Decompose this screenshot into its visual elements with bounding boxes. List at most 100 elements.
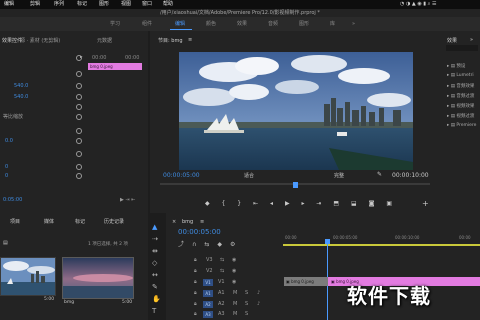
reset-icon[interactable] [76,55,82,61]
step-back-icon[interactable]: ◂ [270,200,278,207]
step-forward-icon[interactable]: ▸ [301,200,309,207]
go-to-out-icon[interactable]: ⇥ [316,200,326,207]
ec-value[interactable]: 0 [5,163,8,172]
reset-icon[interactable] [76,164,82,170]
track-select-tool-icon[interactable]: ⇢ [152,235,158,243]
lock-icon[interactable]: 🔒︎ [194,279,197,285]
sync-icon[interactable]: ⇆ [220,268,224,274]
workspace-tab-learn[interactable]: 学习 [110,17,120,31]
workspace-tab-effects[interactable]: 效果 [237,17,247,31]
type-tool-icon[interactable]: T [152,307,156,315]
workspace-menu-icon[interactable]: » [352,17,355,31]
hand-tool-icon[interactable]: ✋ [152,295,161,303]
reset-icon[interactable] [76,173,82,179]
new-bin-icon[interactable]: ▤ [3,240,8,246]
lock-icon[interactable]: 🔒︎ [194,311,197,317]
metadata-tab[interactable]: 元数据 [97,37,112,44]
add-marker-icon[interactable]: ◆ [205,200,215,207]
mute-button[interactable]: M [233,301,237,307]
solo-button[interactable]: S [245,290,248,296]
settings-icon[interactable]: ▣ [386,200,397,207]
v1-source-patch[interactable]: V1 [203,279,213,286]
tab-markers[interactable]: 标记 [75,218,85,225]
eye-icon[interactable]: ◉ [232,257,236,263]
a1-source-patch[interactable]: A1 [203,290,213,297]
effects-item-video-transitions[interactable]: ▸ ▤ 视频过渡 [447,113,474,119]
timeline-close-icon[interactable]: × [172,219,176,225]
reset-icon[interactable] [76,151,82,157]
play-icon[interactable]: ▶ [285,200,295,207]
program-playhead[interactable] [293,182,298,188]
project-clip-2[interactable] [62,257,134,299]
lock-icon[interactable]: 🔒︎ [194,290,197,296]
menu-item-graphics[interactable]: 图形 [99,0,109,9]
effects-item-presets[interactable]: ▸ ▤ 预设 [447,63,465,69]
menu-item-window[interactable]: 窗口 [142,0,152,9]
menu-item-marker[interactable]: 标记 [77,0,87,9]
menu-item-view[interactable]: 视图 [121,0,131,9]
timeline-sequence-name[interactable]: bmg [182,219,193,225]
reset-icon[interactable] [76,94,82,100]
reset-icon[interactable] [76,138,82,144]
mic-icon[interactable]: ♪ [257,301,260,307]
full-resolution-dropdown[interactable]: 完整 [334,172,344,179]
razor-tool-icon[interactable]: ◇ [152,259,157,267]
tab-media[interactable]: 媒体 [44,218,54,225]
tab-history[interactable]: 历史记录 [104,218,124,225]
effect-controls-title[interactable]: 效果控件 [2,37,22,44]
work-area-bar[interactable] [283,244,480,246]
add-button-icon[interactable]: + [422,199,429,208]
tab-project[interactable]: 项目 [10,218,20,225]
effects-menu-icon[interactable]: » [470,37,473,43]
program-timecode-left[interactable]: 00:00:05:00 [163,172,200,179]
menu-item-help[interactable]: 帮助 [163,0,173,9]
export-frame-icon[interactable]: ◙ [369,200,380,207]
lock-icon[interactable]: 🔒︎ [194,268,197,274]
ec-value[interactable]: 540.0 [14,93,28,102]
slip-tool-icon[interactable]: ↔ [152,271,158,279]
workspace-tab-libraries[interactable]: 库 [330,17,335,31]
workspace-tab-assembly[interactable]: 组件 [142,17,152,31]
effects-title[interactable]: 效果 [447,37,457,44]
wrench-icon[interactable]: ✎ [377,171,382,178]
sync-icon[interactable]: ⇆ [220,257,224,263]
effects-item-video-effects[interactable]: ▸ ▤ 视频效果 [447,103,474,109]
ec-value[interactable]: 0 [5,172,8,181]
effects-item-lumetri[interactable]: ▸ ▤ Lumetri [447,73,474,78]
extract-icon[interactable]: ⬓ [351,200,362,207]
timeline-menu-icon[interactable]: ≡ [200,219,204,225]
time-ruler[interactable]: 00:00 00:00:05:00 00:00:10:00 00:00 [283,233,480,243]
mark-out-icon[interactable]: } [237,200,246,207]
clip-bar[interactable]: bmg 0.jpeg [88,63,142,70]
ec-value[interactable]: 540.0 [14,82,28,91]
reset-icon[interactable] [76,104,82,110]
solo-button[interactable]: S [245,311,248,317]
selection-tool-icon[interactable]: ▲ [152,223,157,231]
a3-source-patch[interactable]: A3 [203,311,213,318]
lock-icon[interactable]: 🔒︎ [194,301,197,307]
reset-icon[interactable] [76,71,82,77]
lift-icon[interactable]: ⬒ [333,200,344,207]
reset-icon[interactable] [76,114,82,120]
timeline-timecode[interactable]: 00:00:05:00 [178,228,221,236]
solo-button[interactable]: S [245,301,248,307]
effects-item-premiere[interactable]: ▸ ▤ Premiere [447,123,476,128]
workspace-tab-color[interactable]: 颜色 [206,17,216,31]
fit-dropdown[interactable]: 适合 [244,172,254,179]
ec-footer-icons[interactable]: ▶ ⇥ ⇤ [120,196,135,205]
eye-icon[interactable]: ◉ [232,268,236,274]
pen-tool-icon[interactable]: ✎ [152,283,158,291]
reset-icon[interactable] [76,128,82,134]
ec-value[interactable]: 0.0 [5,137,13,146]
ripple-edit-tool-icon[interactable]: ⇹ [152,247,158,255]
mute-button[interactable]: M [233,311,237,317]
workspace-tab-graphics[interactable]: 图形 [299,17,309,31]
menu-item-clip[interactable]: 剪辑 [30,0,40,9]
project-clip-1[interactable] [0,257,56,296]
a2-source-patch[interactable]: A2 [203,301,213,308]
mark-in-icon[interactable]: { [222,200,231,207]
panel-menu-icon[interactable]: ≡ [188,37,192,43]
timeline-toolbar-icons[interactable]: ⤴∩⇆◆⚙ [178,239,243,248]
menu-item-edit[interactable]: 编辑 [4,0,14,9]
program-monitor-title[interactable]: 节目: bmg [158,37,183,44]
